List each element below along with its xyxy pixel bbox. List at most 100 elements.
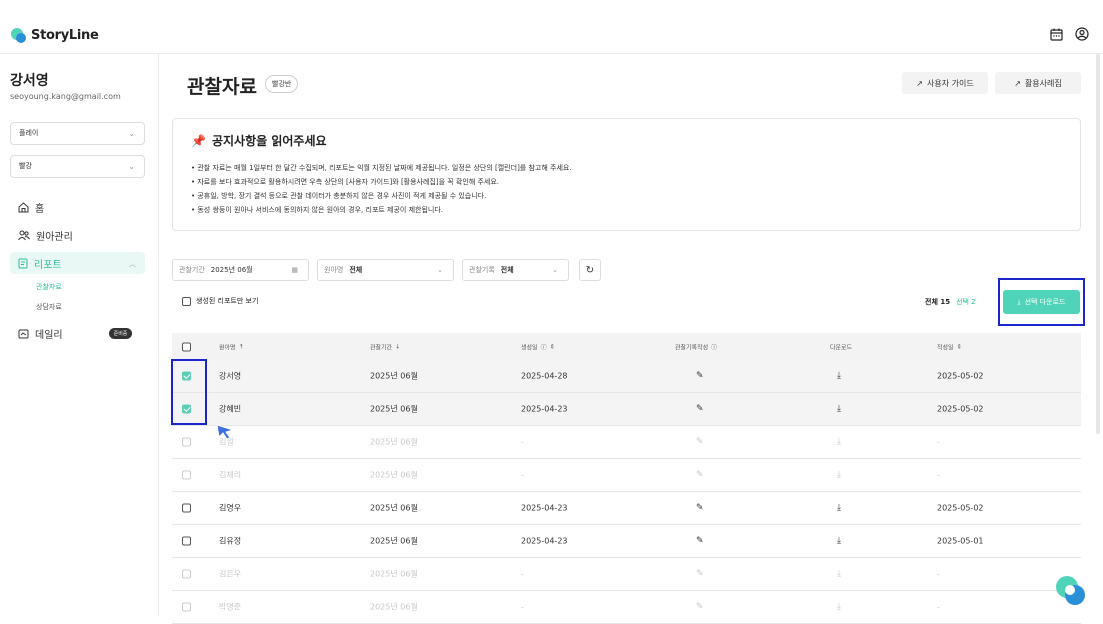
period-cell: 2025년 06월	[370, 470, 418, 480]
written-date-cell: 2025-05-02	[937, 404, 984, 414]
sidebar-subitem-counsel[interactable]: 상담자료	[36, 302, 62, 312]
sidebar-item-label: 홈	[35, 204, 45, 215]
written-date-cell: 2025-05-01	[937, 536, 984, 546]
table-row[interactable]: 강서영 2025년 06월 2025-04-28 ✎ ⤓ 2025-05-02	[172, 360, 1081, 393]
generated-only-checkbox[interactable]: 생성된 리포트만 보기	[182, 296, 258, 306]
child-filter[interactable]: 원아명 전체 ⌄	[317, 259, 454, 281]
row-checkbox[interactable]	[182, 503, 191, 513]
created-date-cell: 2025-04-23	[521, 404, 568, 414]
pin-icon: 📌	[191, 133, 206, 148]
col-header-label: 생성일	[521, 344, 538, 351]
chevron-down-icon: ⌄	[552, 266, 558, 274]
period-cell: 2025년 06월	[370, 503, 418, 513]
logo-icon	[11, 28, 26, 43]
class-chip: 빨강반	[265, 75, 299, 93]
col-header-written[interactable]: 작성일 ⇕	[937, 342, 962, 351]
app-logo[interactable]: StoryLine	[10, 27, 99, 44]
user-name: 강서영	[10, 73, 49, 89]
table-row[interactable]: 김영우 2025년 06월 2025-04-23 ✎ ⤓ 2025-05-02	[172, 492, 1081, 525]
period-filter[interactable]: 관찰기간 2025년 06월 ▦	[172, 259, 309, 281]
table-row[interactable]: 김유정 2025년 06월 2025-04-23 ✎ ⤓ 2025-05-01	[172, 525, 1081, 558]
highlight-box-checkboxes	[171, 359, 207, 425]
chevron-up-icon: ︿	[129, 259, 136, 268]
total-count: 전체 15	[925, 298, 951, 306]
period-filter-value: 2025년 06월	[210, 266, 253, 274]
period-cell: 2025년 06월	[370, 404, 418, 414]
table-row[interactable]: 강혜빈 2025년 06월 2025-04-23 ✎ ⤓ 2025-05-02	[172, 393, 1081, 426]
edit-icon[interactable]: ✎	[696, 503, 704, 513]
chevron-down-icon: ⌄	[128, 162, 135, 171]
sort-icon: ⇕	[549, 343, 555, 350]
row-checkbox[interactable]	[182, 536, 191, 546]
col-header-record: 관찰기록작성 ⓘ	[675, 342, 717, 351]
download-icon[interactable]: ⤓	[837, 503, 841, 513]
table-row[interactable]: 김철 2025년 06월 - ✎ ⤓ -	[172, 426, 1081, 459]
created-date-cell: -	[521, 437, 524, 447]
child-filter-label: 원아명	[324, 266, 344, 274]
created-date-cell: -	[521, 569, 524, 579]
edit-icon: ✎	[696, 602, 704, 612]
col-header-name[interactable]: 원아명 ↑	[219, 342, 244, 351]
chevron-down-icon: ⌄	[437, 266, 443, 274]
sidebar-item-daily[interactable]: 데일리 준비중	[18, 326, 133, 341]
top-bar: StoryLine	[0, 0, 1103, 54]
sidebar-item-report[interactable]: 리포트 ︿	[18, 256, 136, 271]
sort-arrow-down-icon: ↓	[395, 343, 401, 350]
edit-icon[interactable]: ✎	[696, 371, 704, 381]
selection-counts: 전체 15 선택 2	[925, 297, 976, 307]
people-icon	[18, 230, 30, 241]
download-icon: ⤓	[837, 569, 841, 579]
col-header-period[interactable]: 관찰기간 ↓	[370, 342, 400, 351]
select-all-checkbox[interactable]	[182, 342, 191, 351]
record-filter[interactable]: 관찰기록 전체 ⌄	[462, 259, 569, 281]
download-icon[interactable]: ⤓	[837, 371, 841, 381]
edit-icon[interactable]: ✎	[696, 404, 704, 414]
scrollbar[interactable]	[1096, 54, 1100, 434]
sidebar-item-label: 데일리	[35, 330, 63, 341]
sidebar-item-children[interactable]: 원아관리	[18, 228, 73, 243]
program-select[interactable]: 플레이 ⌄	[10, 122, 145, 145]
user-email: seoyoung.kang@gmail.com	[10, 92, 121, 101]
table-row[interactable]: 박영준 2025년 06월 - ✎ ⤓ -	[172, 591, 1081, 624]
program-select-value: 플레이	[19, 129, 39, 137]
table-row[interactable]: 김은우 2025년 06월 - ✎ ⤓ -	[172, 558, 1081, 591]
home-icon	[18, 202, 29, 213]
child-name-cell: 김채리	[219, 470, 242, 480]
row-checkbox	[182, 569, 191, 579]
child-name-cell: 김유정	[219, 536, 242, 546]
col-header-label: 관찰기간	[370, 344, 393, 351]
download-icon[interactable]: ⤓	[837, 536, 841, 546]
download-icon[interactable]: ⤓	[837, 404, 841, 414]
download-icon: ⤓	[837, 470, 841, 480]
sidebar-subitem-observation[interactable]: 관찰자료	[36, 282, 62, 292]
class-select[interactable]: 빨강 ⌄	[10, 155, 145, 178]
table-row[interactable]: 김채리 2025년 06월 - ✎ ⤓ -	[172, 459, 1081, 492]
notice-item: 관찰 자료는 매월 1일부터 한 달간 수집되며, 리포트는 익월 지정된 날짜…	[191, 161, 571, 175]
sidebar-item-label: 원아관리	[36, 232, 73, 243]
coming-soon-badge: 준비중	[108, 328, 133, 339]
chevron-down-icon: ⌄	[128, 129, 135, 138]
class-select-value: 빨강	[19, 162, 32, 170]
highlight-box-download	[998, 278, 1085, 326]
notice-box: 📌 공지사항을 읽어주세요 관찰 자료는 매월 1일부터 한 달간 수집되며, …	[172, 118, 1081, 231]
use-cases-label: 활용사례집	[1024, 78, 1062, 88]
edit-icon: ✎	[696, 569, 704, 579]
generated-only-label: 생성된 리포트만 보기	[196, 297, 259, 305]
user-account-icon[interactable]	[1075, 27, 1089, 41]
use-cases-button[interactable]: ↗ 활용사례집	[995, 72, 1081, 94]
child-name-cell: 강서영	[219, 371, 242, 381]
edit-icon[interactable]: ✎	[696, 536, 704, 546]
notice-title: 📌 공지사항을 읽어주세요	[191, 132, 327, 149]
row-checkbox	[182, 602, 191, 612]
sidebar-item-home[interactable]: 홈	[18, 200, 44, 215]
record-filter-label: 관찰기록	[469, 266, 495, 274]
notice-title-text: 공지사항을 읽어주세요	[211, 134, 327, 148]
created-date-cell: -	[521, 470, 524, 480]
col-header-label: 관찰기록작성	[675, 344, 709, 351]
notice-item: 공휴일, 방학, 장기 결석 등으로 관찰 데이터가 충분하지 않은 경우 사진…	[191, 189, 572, 203]
user-guide-button[interactable]: ↗ 사용자 가이드	[902, 72, 988, 94]
refresh-button[interactable]: ↻	[579, 259, 601, 281]
floating-help-icon[interactable]	[1053, 573, 1089, 609]
calendar-icon[interactable]	[1050, 28, 1063, 41]
col-header-created[interactable]: 생성일 ⓘ ⇕	[521, 342, 555, 351]
